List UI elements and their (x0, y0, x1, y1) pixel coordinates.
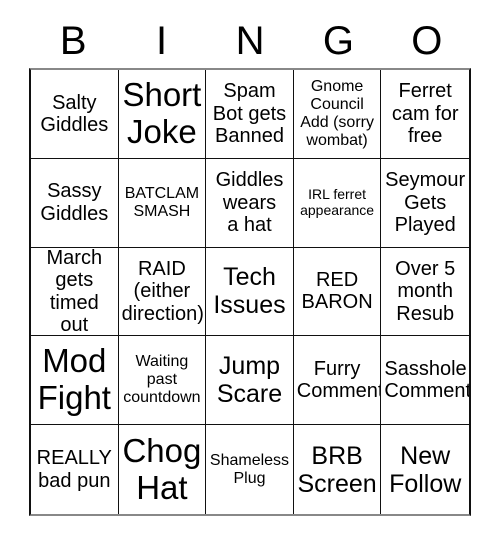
bingo-cell[interactable]: RED BARON (293, 247, 382, 337)
bingo-cell[interactable]: Tech Issues (206, 247, 294, 337)
bingo-cell-text: Gnome Council Add (sorry wombat) (300, 78, 374, 149)
bingo-cell-text: Over 5 month Resub (395, 257, 456, 325)
bingo-header-letter-o: O (411, 19, 443, 63)
bingo-cell-text: Ferret cam for free (391, 80, 459, 148)
bingo-cell[interactable]: Gnome Council Add (sorry wombat) (293, 70, 382, 159)
bingo-cell[interactable]: IRL ferret appearance (293, 158, 382, 248)
bingo-cell[interactable]: Salty Giddles (31, 70, 119, 159)
bingo-header-row: B I N G O (29, 14, 471, 68)
bingo-cell-text: Seymour Gets Played (385, 169, 466, 236)
bingo-cell[interactable]: March gets timed out (31, 247, 119, 337)
bingo-cell[interactable]: RAID (either direction) (118, 247, 207, 337)
bingo-cell[interactable]: Over 5 month Resub (381, 247, 469, 337)
bingo-cell[interactable]: Shameless Plug (206, 425, 294, 514)
bingo-cell-text: Tech Issues (213, 263, 286, 320)
bingo-cell[interactable]: BATCLAM SMASH (118, 158, 207, 248)
bingo-cell[interactable]: Giddles wears a hat (206, 158, 294, 248)
bingo-header-letter-n: N (235, 19, 265, 63)
bingo-header-letter-i: I (156, 19, 168, 63)
bingo-cell[interactable]: Sassy Giddles (31, 158, 119, 248)
bingo-cell-text: Salty Giddles (40, 91, 109, 136)
bingo-cell[interactable]: Mod Fight (31, 336, 119, 426)
bingo-cell-text: IRL ferret appearance (300, 186, 375, 218)
bingo-cell-text: Sassy Giddles (40, 180, 109, 225)
bingo-cell-text: Short Joke (122, 75, 202, 150)
bingo-cell[interactable]: Short Joke (118, 70, 207, 159)
bingo-cell-text: Spam Bot gets Banned (212, 80, 287, 148)
bingo-cell[interactable]: Ferret cam for free (381, 70, 469, 159)
bingo-grid: Salty Giddles Short Joke Spam Bot gets B… (29, 68, 471, 516)
bingo-cell[interactable]: Spam Bot gets Banned (206, 70, 294, 159)
bingo-cell-text: New Follow (389, 441, 462, 498)
bingo-cell-text: Mod Fight (37, 342, 111, 417)
bingo-cell-text: Jump Scare (216, 352, 283, 409)
bingo-cell[interactable]: Furry Comment (293, 336, 382, 426)
bingo-cell[interactable]: REALLY bad pun (31, 425, 119, 514)
bingo-header-letter-b: B (59, 19, 87, 63)
bingo-cell[interactable]: Seymour Gets Played (381, 158, 469, 248)
bingo-cell-text: Sasshole Comment (384, 357, 469, 403)
bingo-cell-text: Chog Hat (122, 431, 202, 506)
bingo-cell-text: Giddles wears a hat (215, 169, 284, 236)
bingo-cell-text: Shameless Plug (209, 451, 290, 487)
bingo-cell[interactable]: New Follow (381, 425, 469, 514)
bingo-header-letter-g: G (322, 19, 354, 63)
bingo-cell[interactable]: BRB Screen (293, 425, 382, 514)
bingo-cell-text: BRB Screen (297, 441, 377, 498)
bingo-card: B I N G O Salty Giddles Short Joke Spam … (0, 0, 500, 544)
bingo-cell-text: Furry Comment (296, 357, 382, 403)
bingo-cell[interactable]: Jump Scare (206, 336, 294, 426)
bingo-cell-text: RAID (either direction) (121, 257, 204, 325)
bingo-cell-text: RED BARON (301, 269, 373, 314)
bingo-cell-text: Waiting past countdown (123, 353, 201, 407)
bingo-cell[interactable]: Chog Hat (118, 425, 207, 514)
bingo-cell-text: March gets timed out (46, 247, 103, 336)
bingo-cell-text: BATCLAM SMASH (124, 184, 200, 220)
bingo-cell-text: REALLY bad pun (36, 447, 112, 492)
bingo-cell[interactable]: Waiting past countdown (118, 336, 207, 426)
bingo-cell[interactable]: Sasshole Comment (381, 336, 469, 426)
